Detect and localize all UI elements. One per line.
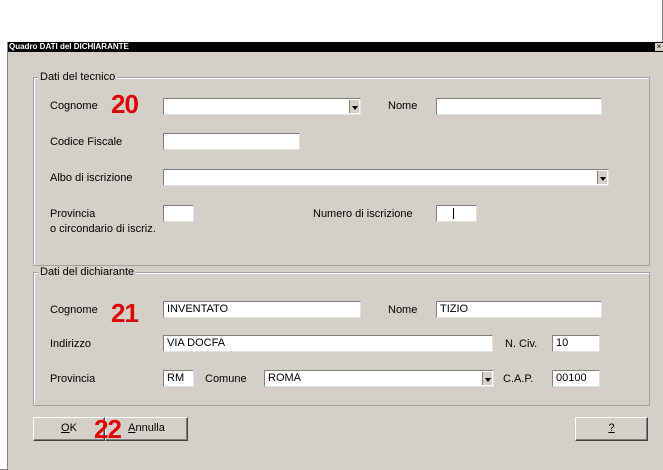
dichiarante-cognome-label: Cognome <box>50 304 98 316</box>
codice-fiscale-input[interactable] <box>163 133 300 150</box>
tecnico-provincia-input[interactable] <box>163 205 194 222</box>
dichiarante-provincia-input[interactable]: RM <box>163 370 194 387</box>
annotation-22: 22 <box>94 414 122 444</box>
help-button[interactable]: ? <box>575 417 648 441</box>
title-bar[interactable]: Quadro DATI del DICHIARANTE × <box>8 42 663 52</box>
text-cursor <box>453 208 454 219</box>
dichiarante-provincia-label: Provincia <box>50 373 96 385</box>
chevron-down-icon[interactable] <box>349 100 359 113</box>
annotation-20: 20 <box>111 89 139 119</box>
comune-dropdown[interactable]: ROMA <box>264 370 494 387</box>
ok-label: K <box>69 422 77 434</box>
tecnico-nome-label: Nome <box>388 100 418 112</box>
window-title: Quadro DATI del DICHIARANTE <box>9 42 129 51</box>
dichiarante-nome-label: Nome <box>388 304 418 316</box>
numero-iscrizione-input[interactable] <box>436 205 477 222</box>
albo-dropdown[interactable] <box>163 169 609 186</box>
ok-hotkey: O <box>61 422 70 434</box>
chevron-down-icon[interactable] <box>482 372 492 385</box>
tecnico-nome-input[interactable] <box>436 98 602 115</box>
group-legend-dichiarante: Dati del dichiarante <box>38 266 137 278</box>
cap-label: C.A.P. <box>503 373 534 385</box>
indirizzo-label: Indirizzo <box>50 338 91 350</box>
dichiarante-nome-input[interactable]: TIZIO <box>436 301 602 318</box>
tecnico-cognome-label: Cognome <box>50 100 98 112</box>
tecnico-cognome-dropdown[interactable] <box>163 98 361 115</box>
numero-iscrizione-label: Numero di iscrizione <box>313 208 413 220</box>
group-legend-tecnico: Dati del tecnico <box>38 71 118 83</box>
nciv-input[interactable]: 10 <box>552 335 600 352</box>
help-label: ? <box>608 422 615 434</box>
chevron-down-icon[interactable] <box>597 171 607 184</box>
comune-label: Comune <box>205 373 247 385</box>
indirizzo-input[interactable]: VIA DOCFA <box>163 335 493 352</box>
cap-input[interactable]: 00100 <box>552 370 600 387</box>
dichiarante-cognome-input[interactable]: INVENTATO <box>163 301 361 318</box>
tecnico-provincia-label-2: o circondario di iscriz. <box>50 223 156 235</box>
nciv-label: N. Civ. <box>505 338 538 350</box>
annulla-label: nnulla <box>135 422 165 434</box>
dialog-window: Quadro DATI del DICHIARANTE × Dati del t… <box>7 42 663 470</box>
albo-label: Albo di iscrizione <box>50 172 133 184</box>
tecnico-provincia-label: Provincia <box>50 208 96 220</box>
annotation-21: 21 <box>111 298 139 328</box>
comune-value: ROMA <box>268 372 301 384</box>
close-icon[interactable]: × <box>655 43 663 51</box>
codice-fiscale-label: Codice Fiscale <box>50 136 123 148</box>
